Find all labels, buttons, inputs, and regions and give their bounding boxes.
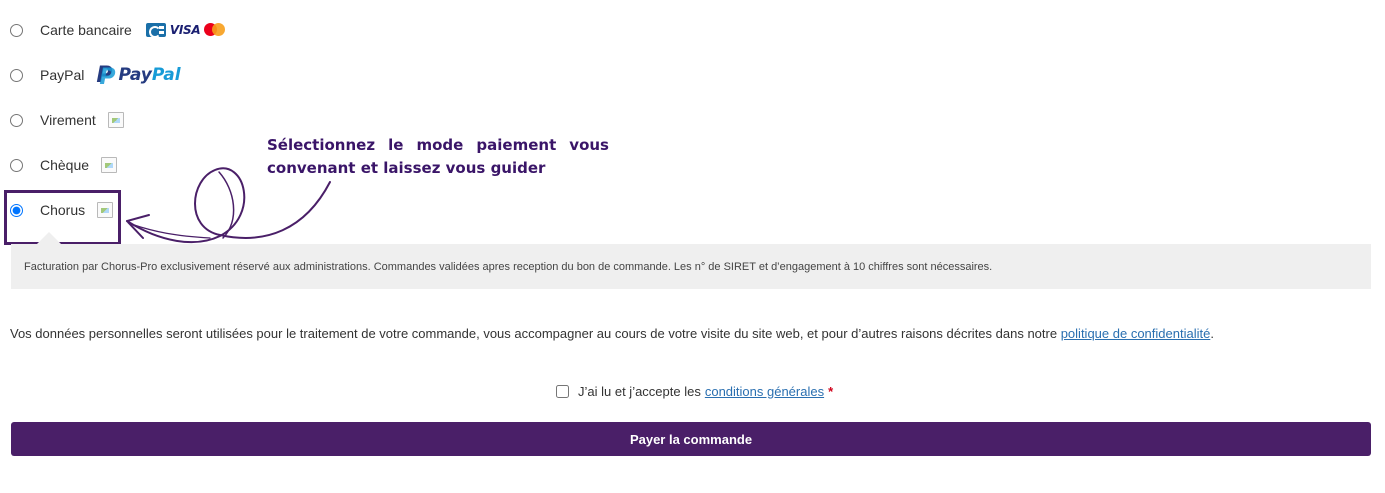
chorus-notice-text: Facturation par Chorus-Pro exclusivement… [24,260,993,273]
required-marker: * [828,384,834,399]
payment-option-carte-bancaire[interactable]: Carte bancaire VISA [10,17,226,43]
radio-paypal[interactable] [10,68,23,82]
payment-label-virement[interactable]: Virement [40,112,96,128]
paypal-logo: P PayPal [96,63,180,90]
paypal-wordmark: PayPal [118,65,180,85]
payment-label-carte-bancaire[interactable]: Carte bancaire [40,22,132,38]
mastercard-icon [204,23,226,37]
visa-icon: VISA [169,23,201,37]
radio-carte-bancaire[interactable] [10,23,23,37]
pay-order-button[interactable]: Payer la commande [11,422,1371,456]
payment-label-cheque[interactable]: Chèque [40,157,89,173]
annotation-text: Sélectionnez le mode paiement vous conve… [267,136,609,177]
broken-image-icon [107,112,124,128]
payment-option-virement[interactable]: Virement [10,107,124,133]
terms-label[interactable]: J’ai lu et j’accepte les [578,384,701,399]
radio-virement[interactable] [10,113,23,127]
privacy-policy-link[interactable]: politique de confidentialité [1061,326,1211,341]
chorus-notice: Facturation par Chorus-Pro exclusivement… [11,244,1371,289]
privacy-end: . [1210,326,1214,341]
privacy-sentence: Vos données personnelles seront utilisée… [10,326,1058,341]
highlight-box [4,190,121,245]
payment-option-cheque[interactable]: Chèque [10,152,118,178]
cb-icon [145,23,166,38]
radio-cheque[interactable] [10,158,23,172]
paypal-wordmark-pal: Pal [151,65,181,85]
payment-option-paypal[interactable]: PayPal P PayPal [10,62,181,90]
terms-link[interactable]: conditions générales [705,384,824,399]
notice-pointer [37,232,61,244]
paypal-wordmark-pay: Pay [118,65,152,85]
card-logos: VISA [145,23,226,38]
terms-acceptance[interactable]: J’ai lu et j’accepte les conditions géné… [556,384,833,399]
paypal-p-icon: P [96,63,115,90]
payment-label-paypal[interactable]: PayPal [40,67,84,83]
privacy-text: Vos données personnelles seront utilisée… [10,326,1214,341]
terms-checkbox[interactable] [556,385,569,398]
